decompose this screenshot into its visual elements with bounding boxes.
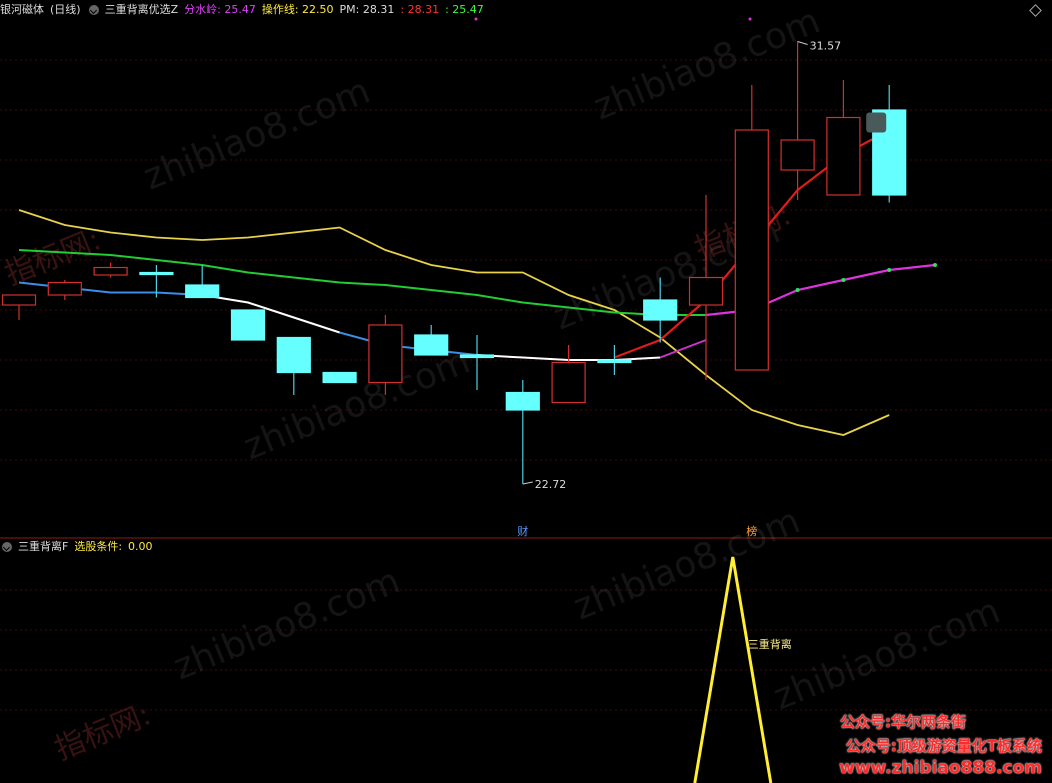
candle-body	[734, 129, 769, 371]
watermark-layer: zhibiao8.comzhibiao8.com指标网: zhibiao8.com…	[0, 0, 1006, 767]
bang-marker[interactable]: 榜	[746, 524, 757, 538]
candle-body	[322, 371, 357, 384]
candle[interactable]	[1, 294, 37, 320]
signal-label: 三重背离	[748, 637, 792, 651]
promo-line-3: www.zhibiao888.com	[839, 758, 1042, 778]
trend-point	[887, 268, 892, 272]
candlestick-series[interactable]	[1, 41, 907, 485]
trend-point	[933, 263, 937, 267]
indicator-value-1: 操作线: 22.50	[261, 3, 334, 16]
indicator-value-4: : 25.47	[445, 3, 484, 16]
top-marker-dot	[748, 17, 752, 21]
candle[interactable]	[780, 41, 815, 201]
candle[interactable]	[734, 85, 769, 371]
watermark-text: zhibiao8.com	[588, 0, 826, 128]
candle-body	[551, 361, 586, 404]
candle[interactable]	[872, 85, 907, 203]
candle[interactable]	[276, 336, 311, 396]
candle-body	[459, 354, 495, 359]
candle[interactable]	[551, 345, 586, 404]
candle[interactable]	[185, 265, 220, 299]
low-pointer	[522, 481, 533, 485]
candle-body	[1, 294, 37, 306]
indicator-value-3: : 28.31	[400, 3, 440, 16]
candle-body	[414, 334, 449, 356]
candle-body	[276, 336, 311, 374]
ma-blue-line	[18, 281, 203, 296]
high-price-label: 31.57	[810, 40, 842, 53]
candle-body	[505, 391, 540, 411]
chevron-down-icon[interactable]	[2, 542, 12, 552]
condition-value: 0.00	[128, 540, 153, 553]
chart-stage[interactable]: zhibiao8.comzhibiao8.com指标网: zhibiao8.com…	[0, 0, 1052, 783]
low-price-label: 22.72	[535, 478, 567, 491]
watermark-text: zhibiao8.com	[138, 70, 376, 198]
candle-body	[780, 139, 815, 171]
indicator-value-0: 分水岭: 25.47	[184, 3, 256, 16]
indicator-value-2: PM: 28.31	[339, 3, 395, 16]
candle-body	[597, 359, 632, 364]
sub-panel-header: 三重背离F 选股条件: 0.00	[0, 537, 153, 557]
promo-line-1: 公众号:华尔两条街	[840, 713, 966, 731]
chevron-down-icon[interactable]	[88, 5, 99, 15]
period-label[interactable]: (日线)	[50, 0, 81, 20]
cursor-marker	[866, 112, 887, 133]
candle-body	[47, 281, 82, 296]
candle-body	[185, 284, 220, 299]
cai-marker[interactable]: 财	[517, 524, 528, 538]
indicator-values: 分水岭: 25.47 操作线: 22.50 PM: 28.31 : 28.31 : 25…	[184, 0, 484, 20]
watermark-text: zhibiao8.com	[568, 500, 806, 628]
sub-indicator-name[interactable]: 三重背离F	[18, 537, 68, 557]
ma-white-line	[202, 294, 340, 334]
candle-body	[688, 276, 724, 306]
watermark-text: zhibiao8.com	[168, 560, 406, 688]
candle-body	[93, 266, 128, 276]
promo-line-2: 公众号:顶级游资量化T板系统	[845, 737, 1042, 755]
candle-body	[826, 116, 861, 196]
sub-panel-plot: 三重背离	[693, 556, 792, 783]
trend-point	[795, 288, 800, 292]
indicator-name[interactable]: 三重背离优选Z	[105, 0, 179, 20]
candle[interactable]	[230, 309, 266, 341]
candle-body	[230, 309, 266, 341]
stock-name[interactable]: 银河磁体	[0, 0, 44, 20]
candle-body	[368, 324, 403, 384]
candle[interactable]	[505, 380, 540, 484]
candle[interactable]	[826, 80, 861, 196]
candle[interactable]	[93, 262, 128, 278]
candle[interactable]	[322, 371, 357, 384]
candle[interactable]	[597, 345, 632, 375]
watermark-text: 指标网:	[50, 697, 156, 767]
trend-point	[841, 278, 846, 282]
candle[interactable]	[47, 280, 82, 300]
candle-body	[643, 299, 678, 321]
candle[interactable]	[414, 325, 449, 356]
main-panel-header: 银河磁体 (日线) 三重背离优选Z 分水岭: 25.47 操作线: 22.50 PM…	[0, 0, 484, 20]
condition-label: 选股条件:	[74, 540, 123, 553]
watermark-text: zhibiao8.com	[768, 590, 1006, 718]
candle-body	[139, 271, 174, 276]
candle[interactable]	[368, 315, 403, 395]
